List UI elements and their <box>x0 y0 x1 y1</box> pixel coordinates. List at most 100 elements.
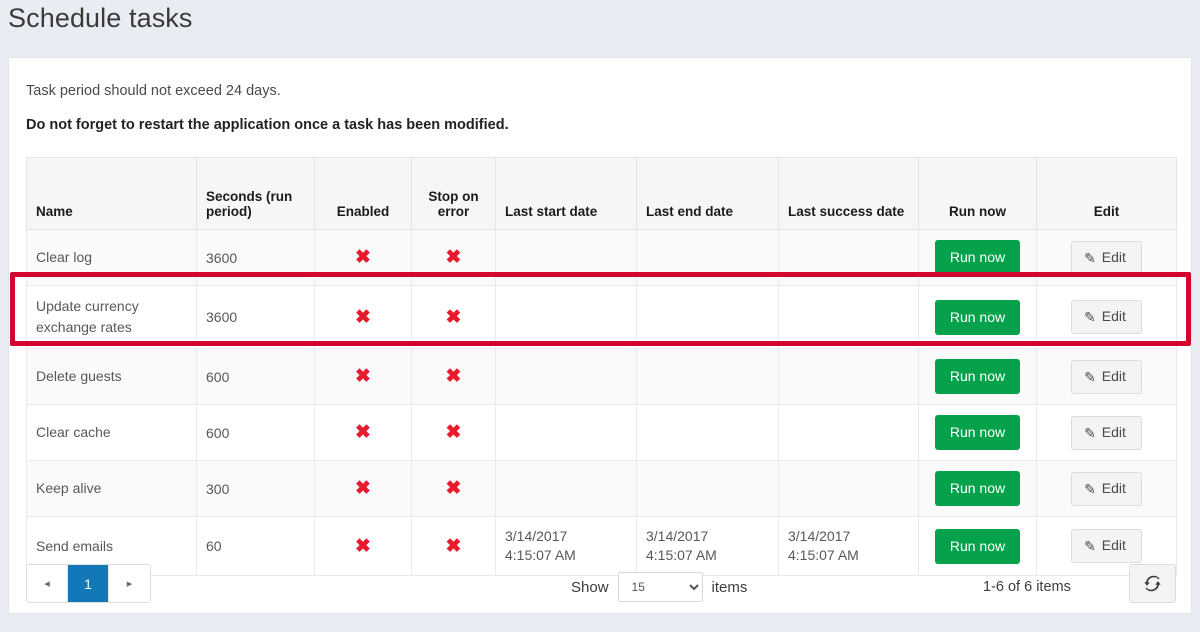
cell-name: Clear cache <box>27 405 197 461</box>
cell-last-success-date <box>779 461 919 517</box>
cell-name: Update currency exchange rates <box>27 286 197 349</box>
edit-button[interactable]: ✎ Edit <box>1071 472 1142 506</box>
cross-icon: ✖ <box>446 248 462 267</box>
cross-icon: ✖ <box>355 248 371 267</box>
cell-last-success-date <box>779 405 919 461</box>
table-row: Clear cache 600 ✖ ✖ Run now ✎ Edit <box>27 405 1177 461</box>
date-text: 3/14/2017 <box>646 528 708 544</box>
cell-enabled: ✖ <box>315 405 412 461</box>
cell-stop-on-error: ✖ <box>412 405 496 461</box>
cell-run-now: Run now <box>919 286 1037 349</box>
run-now-button[interactable]: Run now <box>935 415 1020 450</box>
cell-last-success-date <box>779 286 919 349</box>
table-footer: ◂ 1 ▸ Show 15 items 1-6 of 6 items <box>26 558 1176 612</box>
cell-last-end-date <box>637 286 779 349</box>
cell-seconds: 3600 <box>197 286 315 349</box>
cell-stop-on-error: ✖ <box>412 349 496 405</box>
cell-edit: ✎ Edit <box>1037 349 1177 405</box>
edit-button-label: Edit <box>1102 424 1126 440</box>
cross-icon: ✖ <box>446 308 462 327</box>
cell-last-end-date <box>637 461 779 517</box>
table-row: Update currency exchange rates 3600 ✖ ✖ … <box>27 286 1177 349</box>
refresh-button[interactable] <box>1129 564 1176 603</box>
table-header-row: Name Seconds (run period) Enabled Stop o… <box>27 158 1177 230</box>
cross-icon: ✖ <box>355 308 371 327</box>
run-now-button[interactable]: Run now <box>935 300 1020 335</box>
cell-run-now: Run now <box>919 461 1037 517</box>
date-text: 3/14/2017 <box>505 528 567 544</box>
column-header-run-now: Run now <box>919 158 1037 230</box>
column-header-edit: Edit <box>1037 158 1177 230</box>
pagination: ◂ 1 ▸ <box>26 564 151 603</box>
cross-icon: ✖ <box>355 479 371 498</box>
cross-icon: ✖ <box>446 423 462 442</box>
page-title: Schedule tasks <box>8 1 193 35</box>
chevron-right-icon: ▸ <box>127 577 133 590</box>
task-period-notice: Task period should not exceed 24 days. <box>26 83 281 99</box>
table-row: Keep alive 300 ✖ ✖ Run now ✎ Edit <box>27 461 1177 517</box>
column-header-stop-on-error: Stop on error <box>412 158 496 230</box>
refresh-icon <box>1144 575 1161 592</box>
show-label: Show <box>571 579 609 596</box>
cell-last-success-date <box>779 230 919 286</box>
pencil-icon: ✎ <box>1084 250 1096 266</box>
cell-seconds: 600 <box>197 405 315 461</box>
cell-run-now: Run now <box>919 349 1037 405</box>
cell-last-end-date <box>637 349 779 405</box>
pagination-prev-button[interactable]: ◂ <box>27 565 68 602</box>
cell-enabled: ✖ <box>315 230 412 286</box>
page-size-control: Show 15 items <box>571 572 747 602</box>
column-header-last-end-date: Last end date <box>637 158 779 230</box>
edit-button[interactable]: ✎ Edit <box>1071 360 1142 394</box>
schedule-tasks-table: Name Seconds (run period) Enabled Stop o… <box>26 157 1177 576</box>
edit-button[interactable]: ✎Edit <box>1071 300 1142 334</box>
cross-icon: ✖ <box>355 367 371 386</box>
chevron-left-icon: ◂ <box>44 577 50 590</box>
cell-edit: ✎ Edit <box>1037 461 1177 517</box>
cell-seconds: 600 <box>197 349 315 405</box>
run-now-button[interactable]: Run now <box>935 240 1020 275</box>
cell-name: Keep alive <box>27 461 197 517</box>
pagination-next-button[interactable]: ▸ <box>109 565 150 602</box>
edit-button-label: Edit <box>1102 368 1126 384</box>
cell-edit: ✎Edit <box>1037 286 1177 349</box>
run-now-button[interactable]: Run now <box>935 471 1020 506</box>
cell-enabled: ✖ <box>315 461 412 517</box>
cross-icon: ✖ <box>446 479 462 498</box>
cell-last-end-date <box>637 230 779 286</box>
cell-enabled: ✖ <box>315 349 412 405</box>
edit-button-label: Edit <box>1102 249 1126 265</box>
pencil-icon: ✎ <box>1084 538 1096 554</box>
schedule-tasks-page: Schedule tasks Task period should not ex… <box>0 0 1200 632</box>
pencil-icon: ✎ <box>1084 369 1096 385</box>
restart-warning-notice: Do not forget to restart the application… <box>26 117 509 133</box>
cell-enabled: ✖ <box>315 286 412 349</box>
cell-edit: ✎ Edit <box>1037 405 1177 461</box>
cell-stop-on-error: ✖ <box>412 286 496 349</box>
cell-last-success-date <box>779 349 919 405</box>
edit-button[interactable]: ✎ Edit <box>1071 241 1142 275</box>
cell-seconds: 300 <box>197 461 315 517</box>
column-header-name: Name <box>27 158 197 230</box>
items-label: items <box>712 579 748 596</box>
date-text: 3/14/2017 <box>788 528 850 544</box>
cell-edit: ✎ Edit <box>1037 230 1177 286</box>
pencil-icon: ✎ <box>1084 309 1096 325</box>
cell-last-end-date <box>637 405 779 461</box>
cross-icon: ✖ <box>355 537 371 556</box>
run-now-button[interactable]: Run now <box>935 359 1020 394</box>
column-header-last-success-date: Last success date <box>779 158 919 230</box>
pencil-icon: ✎ <box>1084 481 1096 497</box>
cell-stop-on-error: ✖ <box>412 461 496 517</box>
edit-button-label: Edit <box>1102 537 1126 553</box>
cell-last-start-date <box>496 461 637 517</box>
edit-button[interactable]: ✎ Edit <box>1071 416 1142 450</box>
pencil-icon: ✎ <box>1084 425 1096 441</box>
cell-run-now: Run now <box>919 230 1037 286</box>
edit-button-label: Edit <box>1102 480 1126 496</box>
cell-run-now: Run now <box>919 405 1037 461</box>
pagination-page-1[interactable]: 1 <box>68 565 109 602</box>
page-size-select[interactable]: 15 <box>618 572 703 602</box>
cross-icon: ✖ <box>355 423 371 442</box>
column-header-last-start-date: Last start date <box>496 158 637 230</box>
